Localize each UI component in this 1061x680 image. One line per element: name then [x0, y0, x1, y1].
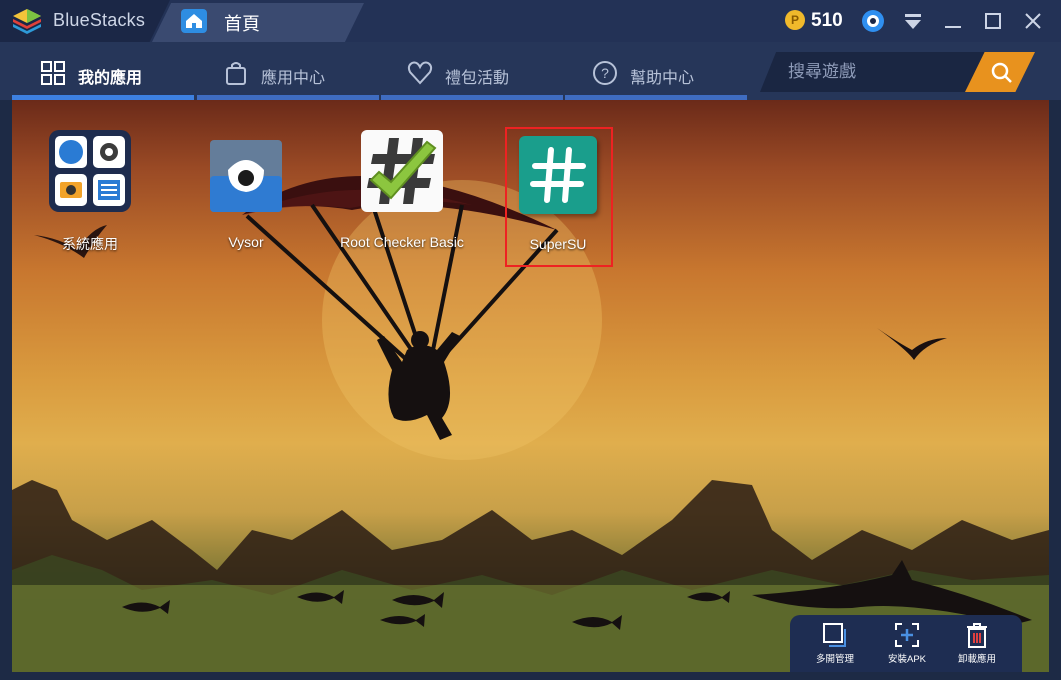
uninstall-icon [967, 623, 987, 648]
root-checker-icon [361, 130, 443, 212]
coin-count: 510 [811, 10, 843, 31]
bluestacks-logo-icon [13, 9, 41, 34]
tab-home-label: 首頁 [224, 14, 260, 34]
install-apk-button[interactable]: 安裝APK [872, 621, 942, 665]
menu-icon[interactable] [900, 8, 926, 34]
title-bar: BlueStacks 首頁 P 510 [0, 0, 1061, 42]
search-input[interactable] [788, 60, 978, 84]
help-icon: ? [593, 61, 617, 85]
tab-help-center-label: 幫助中心 [630, 70, 695, 87]
grid-icon [41, 61, 65, 85]
close-icon[interactable] [1020, 8, 1046, 34]
install-apk-label: 安裝APK [887, 654, 926, 665]
search-icon [991, 62, 1012, 83]
maximize-icon[interactable] [980, 8, 1006, 34]
supersu-icon [519, 136, 597, 214]
tab-gift-events[interactable]: 禮包活動 [381, 42, 563, 100]
heart-icon [407, 61, 433, 85]
tab-app-center-label: 應用中心 [261, 70, 326, 87]
uninstall-label: 卸載應用 [957, 654, 996, 665]
tab-help-center[interactable]: ? 幫助中心 [565, 42, 747, 100]
tab-my-apps-label: 我的應用 [78, 70, 143, 87]
app-vysor[interactable]: Vysor [176, 130, 316, 250]
bottom-toolbar: 多開管理 安裝APK 卸載應用 [790, 615, 1022, 673]
multi-instance-icon [823, 623, 846, 647]
bag-icon [226, 62, 246, 85]
app-root-checker[interactable]: Root Checker Basic [332, 130, 472, 250]
system-apps-icon [49, 130, 131, 212]
minimize-icon[interactable] [940, 8, 966, 34]
vysor-icon [210, 140, 282, 212]
home-screen: 系統應用 Vysor Root Checker Basic SuperSU [12, 100, 1049, 672]
svg-text:?: ? [601, 65, 609, 81]
multi-instance-button[interactable]: 多開管理 [800, 621, 870, 665]
coin-icon: P [785, 10, 805, 30]
app-label: Vysor [228, 234, 264, 250]
tab-my-apps[interactable]: 我的應用 [12, 42, 194, 100]
app-system-apps[interactable]: 系統應用 [20, 130, 160, 254]
app-label: Root Checker Basic [340, 234, 464, 250]
profile-icon[interactable] [860, 8, 886, 34]
window-frame [0, 672, 1061, 680]
tab-gift-events-label: 禮包活動 [445, 70, 510, 87]
app-brand-name: BlueStacks [53, 10, 146, 30]
app-label: SuperSU [529, 236, 587, 252]
uninstall-button[interactable]: 卸載應用 [942, 621, 1012, 665]
multi-instance-label: 多開管理 [815, 654, 854, 665]
install-apk-icon [895, 623, 919, 647]
home-icon [181, 9, 207, 33]
search-box [760, 52, 990, 92]
app-label: 系統應用 [62, 236, 118, 252]
app-supersu[interactable]: SuperSU [488, 130, 628, 252]
tab-app-center[interactable]: 應用中心 [197, 42, 379, 100]
search-bar [760, 52, 1035, 92]
